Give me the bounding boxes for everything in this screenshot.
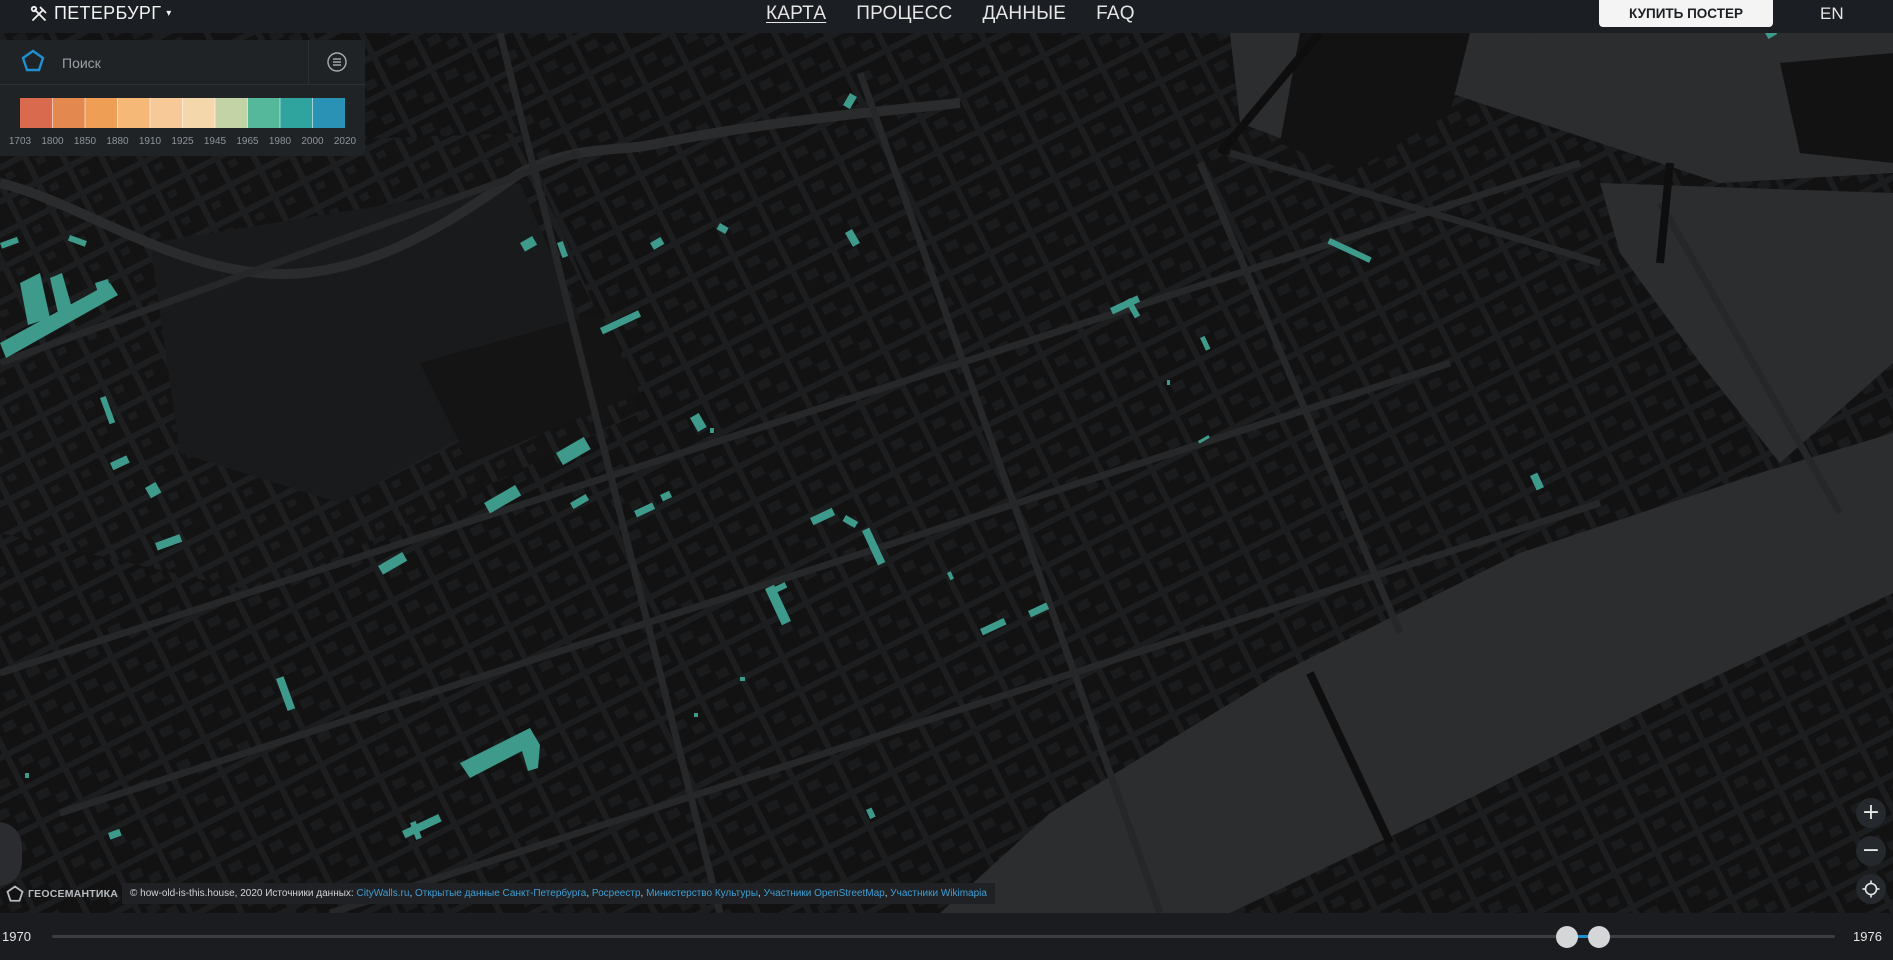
legend-year-labels: 1703 1800 1850 1880 1910 1925 1945 1965 1980 2000…	[0, 136, 365, 150]
zoom-in-button[interactable]: +	[1856, 798, 1886, 828]
data-attribution: © how-old-is-this.house, 2020 Источники …	[122, 883, 995, 904]
search-bar	[0, 40, 365, 85]
source-link[interactable]: Министерство Культуры	[646, 888, 758, 899]
search-divider	[308, 40, 309, 84]
chevron-down-icon: ▾	[166, 8, 172, 19]
language-switch[interactable]: EN	[1820, 0, 1844, 27]
hammer-wrench-icon	[30, 5, 47, 21]
legend-color-step[interactable]	[85, 98, 118, 128]
search-input[interactable]	[60, 50, 304, 76]
main-nav: КАРТА ПРОЦЕСС ДАННЫЕ FAQ	[766, 0, 1165, 27]
legend-year-label: 1965	[236, 136, 259, 147]
list-icon[interactable]	[326, 51, 348, 73]
legend-color-step[interactable]	[20, 98, 53, 128]
source-link[interactable]: Открытые данные Санкт-Петербурга	[415, 888, 586, 899]
map-canvas[interactable]	[0, 33, 1893, 913]
legend-year-label: 1945	[203, 136, 227, 147]
locate-button[interactable]	[1856, 874, 1886, 904]
legend-year-label: 1910	[138, 136, 162, 147]
legend-color-step[interactable]	[312, 98, 346, 128]
legend-color-step[interactable]	[182, 98, 216, 128]
range-end-label: 1976	[1853, 929, 1882, 944]
legend-year-label: 1703	[8, 136, 32, 147]
nav-link-3[interactable]: ДАННЫЕ	[982, 3, 1066, 25]
zoom-out-button[interactable]: −	[1856, 836, 1886, 866]
legend-color-step[interactable]	[150, 98, 183, 128]
legend-color-step[interactable]	[247, 98, 281, 128]
legend-year-label: 2000	[301, 136, 324, 147]
city-selector[interactable]: ПЕТЕРБУРГ ▾	[30, 0, 171, 27]
source-link[interactable]: CityWalls.ru	[356, 888, 409, 899]
legend-year-label: 1800	[41, 136, 64, 147]
legend-year-label: 1850	[73, 136, 97, 147]
year-timeline: 1970 1976	[0, 913, 1893, 960]
source-link[interactable]: Росреестр	[592, 888, 641, 899]
nav-link-1[interactable]: КАРТА	[766, 3, 826, 25]
legend-color-step[interactable]	[117, 98, 151, 128]
search-legend-panel: 1703 1800 1850 1880 1910 1925 1945 1965 1980 2000…	[0, 40, 365, 156]
top-bar: ПЕТЕРБУРГ ▾ КАРТА ПРОЦЕСС ДАННЫЕ FAQ КУПИТЬ…	[0, 0, 1893, 33]
legend-year-label: 1880	[106, 136, 129, 147]
legend-year-label: 2020	[333, 136, 357, 147]
source-link[interactable]: Участники Wikimapia	[890, 888, 987, 899]
brand-name: ГЕОСЕМАНТИКА	[28, 888, 118, 900]
legend-year-label: 1980	[268, 136, 292, 147]
geosemantica-logo-icon	[6, 885, 24, 902]
geosemantica-logo-icon[interactable]	[21, 49, 45, 73]
range-end-handle[interactable]	[1587, 926, 1610, 948]
source-link[interactable]: Участники OpenStreetMap	[764, 888, 885, 899]
year-color-legend[interactable]	[20, 98, 345, 128]
city-name: ПЕТЕРБУРГ	[54, 3, 162, 23]
range-start-label: 1970	[2, 929, 31, 944]
map-base	[0, 33, 1893, 913]
legend-color-step[interactable]	[215, 98, 248, 128]
legend-color-step[interactable]	[280, 98, 313, 128]
crosshair-icon	[1862, 880, 1880, 898]
copyright-text: © how-old-is-this.house, 2020 Источники …	[130, 888, 357, 899]
legend-color-step[interactable]	[52, 98, 86, 128]
legend-year-label: 1925	[171, 136, 194, 147]
geosemantica-brand[interactable]: ГЕОСЕМАНТИКА	[6, 885, 118, 903]
nav-link-2[interactable]: ПРОЦЕСС	[856, 3, 952, 25]
buy-poster-button[interactable]: КУПИТЬ ПОСТЕР	[1599, 0, 1773, 27]
nav-link-4[interactable]: FAQ	[1096, 3, 1135, 25]
range-start-handle[interactable]	[1555, 926, 1578, 948]
